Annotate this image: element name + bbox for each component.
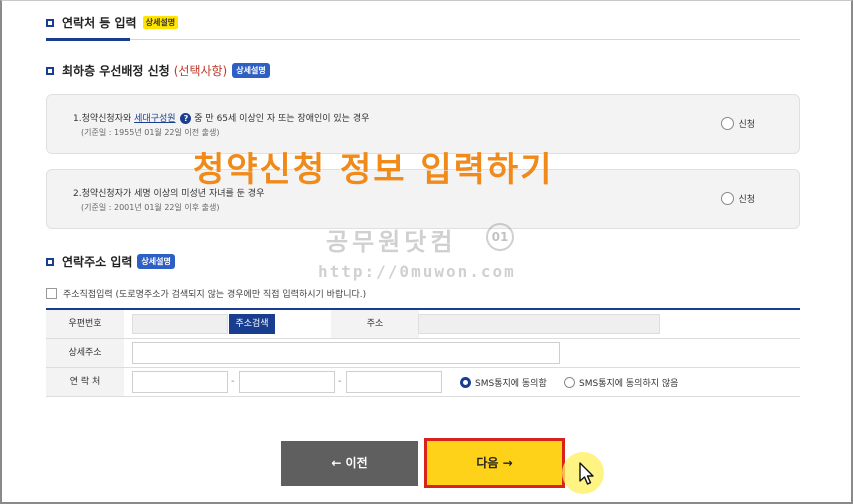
dash-separator: - (338, 376, 342, 387)
address-search-button[interactable]: 주소검색 (229, 314, 275, 334)
watermark-url: http://0muwon.com (318, 262, 516, 281)
sms-agree-radio[interactable]: SMS통지에 동의함 (460, 376, 547, 389)
contact-row: 연 락 처 - - SMS통지에 동의함 SMS통지에 동의하지 않음 (46, 368, 800, 397)
optional-label: (선택사항) (173, 64, 228, 78)
postal-code-label: 우편번호 (46, 310, 124, 338)
active-tab-underline (46, 38, 130, 41)
radio-icon[interactable] (564, 377, 575, 388)
option-1-note: (기준일 : 1955년 01월 22일 이전 출생) (81, 128, 220, 137)
square-bullet-icon (46, 18, 54, 27)
phone-part-3-input[interactable] (346, 371, 442, 393)
address-section-header: 연락주소 입력 상세설명 (46, 253, 175, 270)
detail-badge[interactable]: 상세설명 (137, 254, 175, 269)
next-button[interactable]: 다음 → (424, 438, 565, 488)
priority-section-header: 최하층 우선배정 신청 (선택사항) 상세설명 (46, 62, 270, 79)
option-2-apply-radio[interactable]: 신청 (721, 192, 755, 205)
prev-button[interactable]: ← 이전 (281, 441, 418, 486)
square-bullet-icon (46, 66, 54, 75)
address-label: 주소 (331, 310, 419, 338)
priority-section-title: 최하층 우선배정 신청 (62, 64, 170, 78)
direct-address-checkbox[interactable] (46, 288, 57, 299)
phone-part-2-input[interactable] (239, 371, 335, 393)
sms-disagree-radio[interactable]: SMS통지에 동의하지 않음 (564, 376, 678, 389)
option-1-apply-radio[interactable]: 신청 (721, 117, 755, 130)
radio-icon[interactable] (721, 192, 735, 205)
postal-code-field[interactable] (132, 314, 228, 334)
watermark-name: 공무원닷컴 (326, 228, 457, 256)
dash-separator: - (231, 376, 235, 387)
contact-section-header: 연락처 등 입력 상세설명 (46, 14, 179, 31)
overlay-title: 청약신청 정보 입력하기 (193, 150, 554, 190)
detail-badge[interactable]: 상세설명 (232, 63, 270, 78)
help-icon[interactable]: ? (180, 113, 192, 124)
address-form-table: 우편번호 주소검색 주소 상세주소 연 락 처 - - SMS통지에 동의함 S… (46, 308, 800, 397)
detail-address-input[interactable] (132, 342, 560, 364)
square-bullet-icon (46, 257, 54, 266)
detail-address-label: 상세주소 (46, 339, 124, 367)
watermark-logo-icon: 01 (486, 223, 514, 251)
detail-address-row: 상세주소 (46, 339, 800, 368)
direct-address-label: 주소직접입력 (도로명주소가 검색되지 않는 경우에만 직접 입력하시기 바랍니… (63, 290, 367, 300)
radio-selected-icon[interactable] (460, 377, 471, 388)
contact-section-title: 연락처 등 입력 (62, 16, 137, 30)
option-2-note: (기준일 : 2001년 01월 22일 이후 출생) (81, 203, 220, 212)
divider (130, 39, 800, 40)
household-member-link[interactable]: 세대구성원 (134, 114, 175, 124)
direct-address-checkbox-row[interactable]: 주소직접입력 (도로명주소가 검색되지 않는 경우에만 직접 입력하시기 바랍니… (46, 287, 366, 300)
mouse-cursor-icon (579, 462, 594, 485)
radio-icon[interactable] (721, 117, 735, 130)
detail-badge[interactable]: 상세설명 (142, 16, 179, 29)
address-field[interactable] (418, 314, 660, 334)
postal-row: 우편번호 주소검색 주소 (46, 310, 800, 339)
address-section-title: 연락주소 입력 (62, 255, 133, 269)
contact-label: 연 락 처 (46, 368, 124, 396)
option-1-text: 1.청약신청자와 세대구성원 ? 중 만 65세 이상인 자 또는 장애인이 있… (73, 113, 370, 124)
phone-part-1-input[interactable] (132, 371, 228, 393)
